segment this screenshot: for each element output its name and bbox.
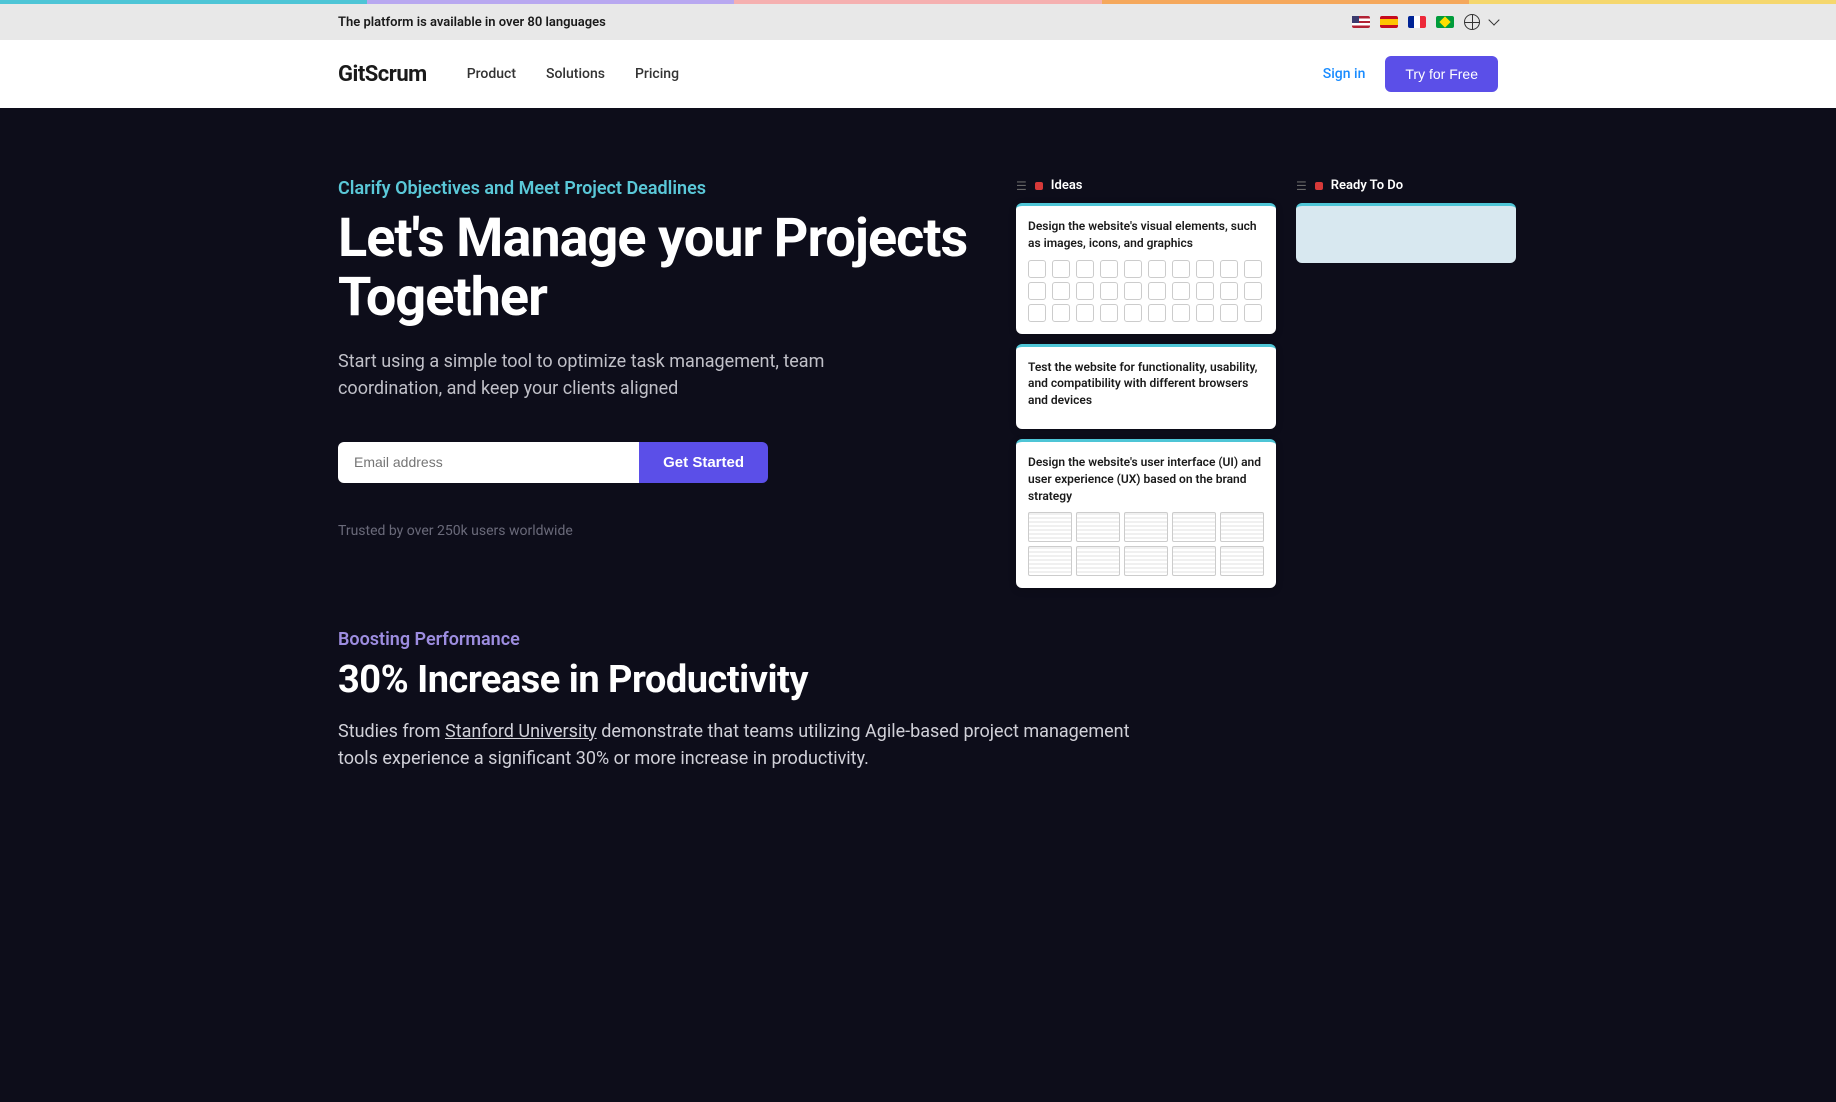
board-card[interactable]: Design the website's visual elements, su…: [1016, 203, 1276, 334]
flag-br-icon[interactable]: [1436, 16, 1454, 28]
nav-link-solutions[interactable]: Solutions: [546, 66, 605, 82]
board-column-ready: ☰ Ready To Do: [1296, 178, 1516, 263]
board-card[interactable]: Design the website's user interface (UI)…: [1016, 439, 1276, 588]
board-column-ideas: ☰ Ideas Design the website's visual elem…: [1016, 178, 1276, 598]
try-for-free-button[interactable]: Try for Free: [1385, 56, 1498, 92]
productivity-section: Boosting Performance 30% Increase in Pro…: [0, 599, 1836, 832]
rainbow-accent-bar: [0, 0, 1836, 4]
column-menu-icon: ☰: [1296, 179, 1307, 193]
card-text: Design the website's visual elements, su…: [1028, 218, 1264, 252]
logo[interactable]: GitScrum: [338, 62, 427, 87]
nav-link-pricing[interactable]: Pricing: [635, 66, 679, 82]
section-eyebrow: Boosting Performance: [338, 629, 1498, 650]
announcement-bar: The platform is available in over 80 lan…: [0, 4, 1836, 40]
main-navbar: GitScrum Product Solutions Pricing Sign …: [0, 40, 1836, 108]
hero-title: Let's Manage your Projects Together: [338, 209, 976, 328]
trusted-text: Trusted by over 250k users worldwide: [338, 523, 976, 539]
wireframe-preview: [1028, 512, 1264, 576]
get-started-button[interactable]: Get Started: [639, 442, 768, 483]
icon-grid-preview: [1028, 260, 1264, 322]
stanford-link[interactable]: Stanford University: [445, 721, 597, 742]
nav-links: Product Solutions Pricing: [467, 66, 679, 82]
globe-icon[interactable]: [1464, 14, 1480, 30]
column-color-dot: [1035, 182, 1043, 190]
language-selector[interactable]: [1352, 14, 1498, 30]
column-title: Ideas: [1051, 178, 1083, 193]
hero-illustration: ☰ Ideas Design the website's visual elem…: [1016, 178, 1538, 539]
section-title: 30% Increase in Productivity: [338, 658, 1498, 702]
signin-link[interactable]: Sign in: [1323, 66, 1366, 82]
hero-subtitle: Start using a simple tool to optimize ta…: [338, 348, 878, 402]
hero-section: Clarify Objectives and Meet Project Dead…: [0, 108, 1836, 599]
hero-eyebrow: Clarify Objectives and Meet Project Dead…: [338, 178, 976, 199]
flag-es-icon[interactable]: [1380, 16, 1398, 28]
card-text: Test the website for functionality, usab…: [1028, 359, 1264, 409]
section-text: Studies from Stanford University demonst…: [338, 718, 1138, 772]
email-signup-form: Get Started: [338, 442, 768, 483]
card-text: Design the website's user interface (UI)…: [1028, 454, 1264, 504]
flag-fr-icon[interactable]: [1408, 16, 1426, 28]
chevron-down-icon[interactable]: [1488, 14, 1499, 25]
column-title: Ready To Do: [1331, 178, 1403, 193]
column-menu-icon: ☰: [1016, 179, 1027, 193]
nav-link-product[interactable]: Product: [467, 66, 516, 82]
flag-us-icon[interactable]: [1352, 16, 1370, 28]
board-card[interactable]: Test the website for functionality, usab…: [1016, 344, 1276, 429]
announcement-text: The platform is available in over 80 lan…: [338, 15, 606, 30]
column-color-dot: [1315, 182, 1323, 190]
board-card-empty[interactable]: [1296, 203, 1516, 263]
email-input[interactable]: [338, 442, 639, 483]
